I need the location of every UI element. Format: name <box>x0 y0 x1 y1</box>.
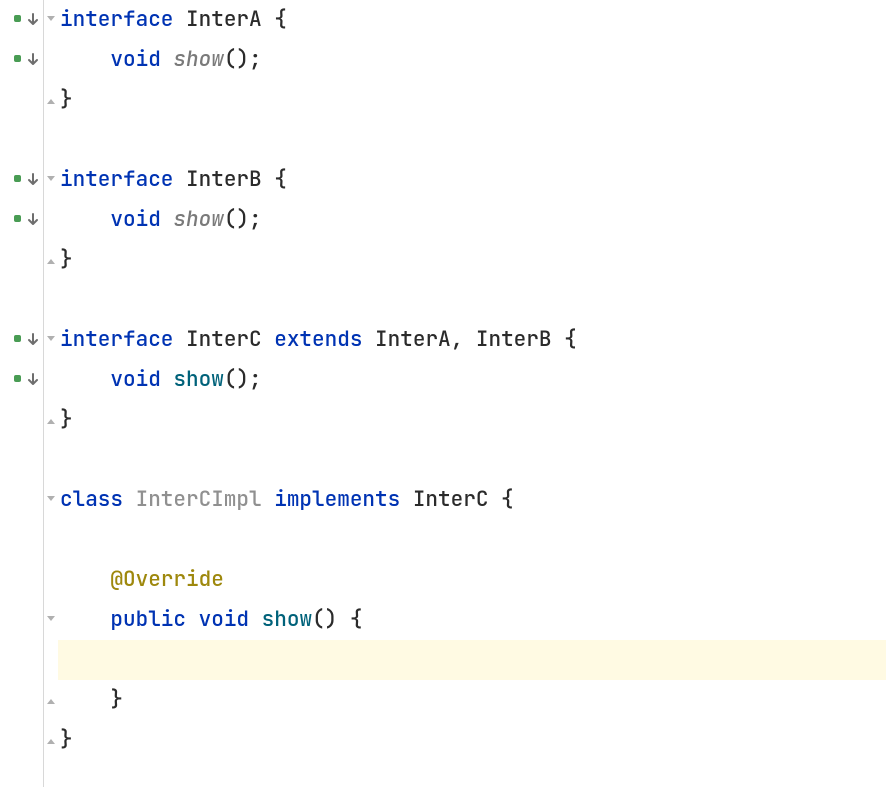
code-line[interactable]: } <box>60 80 886 120</box>
implemented-icon[interactable] <box>13 174 25 186</box>
fold-toggle[interactable] <box>44 480 58 520</box>
code-line[interactable]: interface InterA { <box>60 0 886 40</box>
code-line[interactable]: public void show() { <box>60 600 886 640</box>
fold-toggle[interactable] <box>44 80 58 120</box>
gutter-row[interactable] <box>0 160 43 200</box>
implemented-icon[interactable] <box>13 374 25 386</box>
code-line[interactable]: } <box>60 240 886 280</box>
down-arrow-icon[interactable] <box>27 333 39 347</box>
gutter-row[interactable] <box>0 0 43 40</box>
code-line[interactable]: class InterCImpl implements InterC { <box>60 480 886 520</box>
down-arrow-icon[interactable] <box>27 213 39 227</box>
fold-toggle[interactable] <box>44 0 58 40</box>
fold-toggle[interactable] <box>44 320 58 360</box>
code-line[interactable]: void show(); <box>60 200 886 240</box>
code-line[interactable] <box>60 120 886 160</box>
code-line[interactable] <box>60 520 886 560</box>
fold-toggle[interactable] <box>44 160 58 200</box>
code-line[interactable] <box>60 280 886 320</box>
code-line[interactable] <box>60 440 886 480</box>
code-line[interactable]: void show(); <box>60 360 886 400</box>
code-line[interactable] <box>60 640 886 680</box>
code-line[interactable]: void show(); <box>60 40 886 80</box>
code-line[interactable]: } <box>60 400 886 440</box>
code-editor: interface InterA { void show(); } interf… <box>0 0 886 787</box>
gutter-row[interactable] <box>0 200 43 240</box>
icon-gutter <box>0 0 44 787</box>
gutter-row[interactable] <box>0 360 43 400</box>
fold-toggle[interactable] <box>44 680 58 720</box>
implemented-icon[interactable] <box>13 214 25 226</box>
down-arrow-icon[interactable] <box>27 13 39 27</box>
down-arrow-icon[interactable] <box>27 53 39 67</box>
fold-toggle[interactable] <box>44 400 58 440</box>
gutter-row[interactable] <box>0 40 43 80</box>
code-line[interactable]: interface InterC extends InterA, InterB … <box>60 320 886 360</box>
fold-gutter <box>44 0 58 787</box>
down-arrow-icon[interactable] <box>27 373 39 387</box>
fold-toggle[interactable] <box>44 720 58 760</box>
code-line[interactable]: } <box>60 720 886 760</box>
fold-toggle[interactable] <box>44 240 58 280</box>
code-line[interactable]: interface InterB { <box>60 160 886 200</box>
down-arrow-icon[interactable] <box>27 173 39 187</box>
code-area[interactable]: interface InterA { void show(); } interf… <box>58 0 886 787</box>
code-line[interactable]: } <box>60 680 886 720</box>
fold-toggle[interactable] <box>44 600 58 640</box>
implemented-icon[interactable] <box>13 54 25 66</box>
implemented-icon[interactable] <box>13 334 25 346</box>
gutter-row[interactable] <box>0 320 43 360</box>
implemented-icon[interactable] <box>13 14 25 26</box>
code-line[interactable]: @Override <box>60 560 886 600</box>
